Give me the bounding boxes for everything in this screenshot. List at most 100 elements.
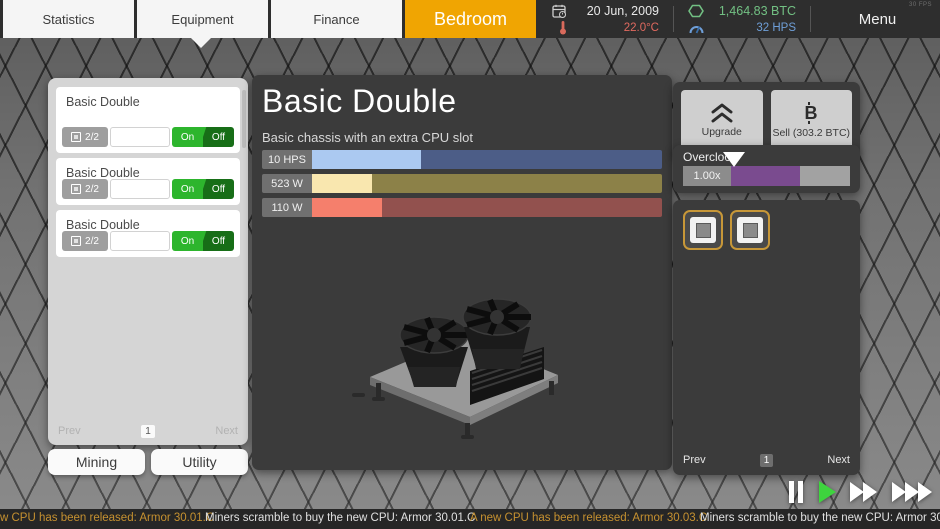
overclock-panel: Overclock 1.00x [673,145,860,193]
equipment-status-bar [110,231,170,251]
overclock-value: 1.00x [683,166,731,186]
hashrate-value: 32 HPS [708,22,796,34]
upgrade-chevrons-icon [709,102,735,124]
stat-fill [312,174,372,193]
overclock-track[interactable] [731,166,850,186]
sell-label: Sell (303.2 BTC) [772,127,850,139]
prev-page-button[interactable]: Prev [683,454,706,466]
detail-title: Basic Double [262,83,662,120]
hashrate-stat-bar: 10 HPS [262,150,662,169]
fastest-forward-button[interactable] [891,480,934,504]
cpu-chip-icon [71,184,81,194]
cpu-slots-panel: Prev 1 Next [673,200,860,475]
list-pagination: Prev 1 Next [58,423,238,439]
detail-description: Basic chassis with an extra CPU slot [262,130,662,145]
power-stat-bar: 523 W [262,174,662,193]
stat-label: 10 HPS [262,150,312,169]
upgrade-button[interactable]: Upgrade [681,90,763,150]
upgrade-label: Upgrade [702,126,742,138]
equipment-category-tabs: Mining Utility [48,449,248,475]
fps-counter: 30 FPS [909,2,932,8]
page-number: 1 [141,425,155,438]
fast-forward-button[interactable] [849,480,879,504]
room-temperature: 22.0°C [571,22,659,34]
equipment-name: Basic Double [66,95,233,109]
cpu-slot-2-button[interactable] [730,210,770,250]
sell-button[interactable]: B Sell (303.2 BTC) [771,90,853,150]
stat-label: 110 W [262,198,312,217]
ticker-message: Miners scramble to buy the new CPU: Armo… [700,512,940,524]
tab-bedroom[interactable]: Bedroom [405,0,536,38]
equipment-detail-panel: Basic Double Basic chassis with an extra… [252,75,672,470]
overclock-slider[interactable]: 1.00x [683,166,850,186]
slot-count: 2/2 [85,236,99,247]
equipment-list-item[interactable]: Basic Double 2/2 On Off [56,158,240,205]
date-temp-group: 20 Jun, 2009 22.0°C [542,0,669,38]
divider [810,6,811,32]
cpu-chip-icon [737,217,763,243]
tab-mining[interactable]: Mining [48,449,145,475]
cpu-chip-icon [690,217,716,243]
next-page-button[interactable]: Next [827,454,850,466]
equipment-status-bar [110,127,170,147]
page-number: 1 [760,454,774,467]
ticker-message: w CPU has been released: Armor 30.01.C [0,512,214,524]
toggle-off-label[interactable]: Off [203,179,234,199]
calendar-icon [552,4,567,18]
cpu-chip-icon [71,236,81,246]
tab-finance[interactable]: Finance [271,0,402,38]
pause-button[interactable] [787,480,805,504]
overclock-label: Overclock [683,150,850,164]
btc-coin-icon [688,4,704,18]
bitcoin-icon: B [801,101,821,125]
equipment-name: Basic Double [66,218,233,232]
power-toggle[interactable]: On Off [172,179,234,199]
cpu-slot-count-badge: 2/2 [62,231,108,251]
cpu-slot-count-badge: 2/2 [62,127,108,147]
ticker-message: A new CPU has been released: Armor 30.03… [470,512,707,524]
equipment-status-bar [110,179,170,199]
overclock-handle[interactable] [723,152,745,167]
game-date: 20 Jun, 2009 [571,4,659,18]
game-screen: Statistics Equipment Finance Bedroom 20 … [0,0,940,529]
tab-statistics[interactable]: Statistics [3,0,134,38]
balance-group: 1,464.83 BTC 32 HPS [678,0,806,38]
cpu-slots-row [683,210,850,250]
ticker-message: Miners scramble to buy the new CPU: Armo… [205,512,475,524]
tab-utility[interactable]: Utility [151,449,248,475]
divider [673,6,674,32]
slots-pagination: Prev 1 Next [683,452,850,468]
power-toggle[interactable]: On Off [172,127,234,147]
btc-balance: 1,464.83 BTC [708,4,796,18]
hashrate-gauge-icon [689,22,704,34]
stat-fill [312,198,382,217]
cpu-chip-icon [71,132,81,142]
stat-fill [312,150,421,169]
svg-text:B: B [805,103,818,123]
toggle-off-label[interactable]: Off [203,127,234,147]
cpu-slot-1-button[interactable] [683,210,723,250]
toggle-off-label[interactable]: Off [203,231,234,251]
top-bar: Statistics Equipment Finance Bedroom 20 … [0,0,940,38]
equipment-3d-model [352,275,572,445]
equipment-tab-notch [191,38,211,48]
overclock-fill [731,166,800,186]
list-scrollbar[interactable] [242,90,246,148]
prev-page-button[interactable]: Prev [58,425,81,437]
news-ticker: w CPU has been released: Armor 30.01.C M… [0,509,940,529]
next-page-button[interactable]: Next [215,425,238,437]
cpu-slot-count-badge: 2/2 [62,179,108,199]
equipment-list-item[interactable]: Basic Double 2/2 On Off [56,87,240,153]
equipment-name: Basic Double [66,166,233,180]
stat-label: 523 W [262,174,312,193]
power-toggle[interactable]: On Off [172,231,234,251]
heat-stat-bar: 110 W [262,198,662,217]
thermometer-icon [559,20,567,35]
tab-equipment[interactable]: Equipment [137,0,268,38]
equipment-list-panel: Basic Double 2/2 On Off Basic Double [48,78,248,445]
play-button[interactable] [817,480,837,504]
time-controls [787,478,934,506]
equipment-list-item[interactable]: Basic Double 2/2 On Off [56,210,240,257]
slot-count: 2/2 [85,132,99,143]
slot-count: 2/2 [85,184,99,195]
